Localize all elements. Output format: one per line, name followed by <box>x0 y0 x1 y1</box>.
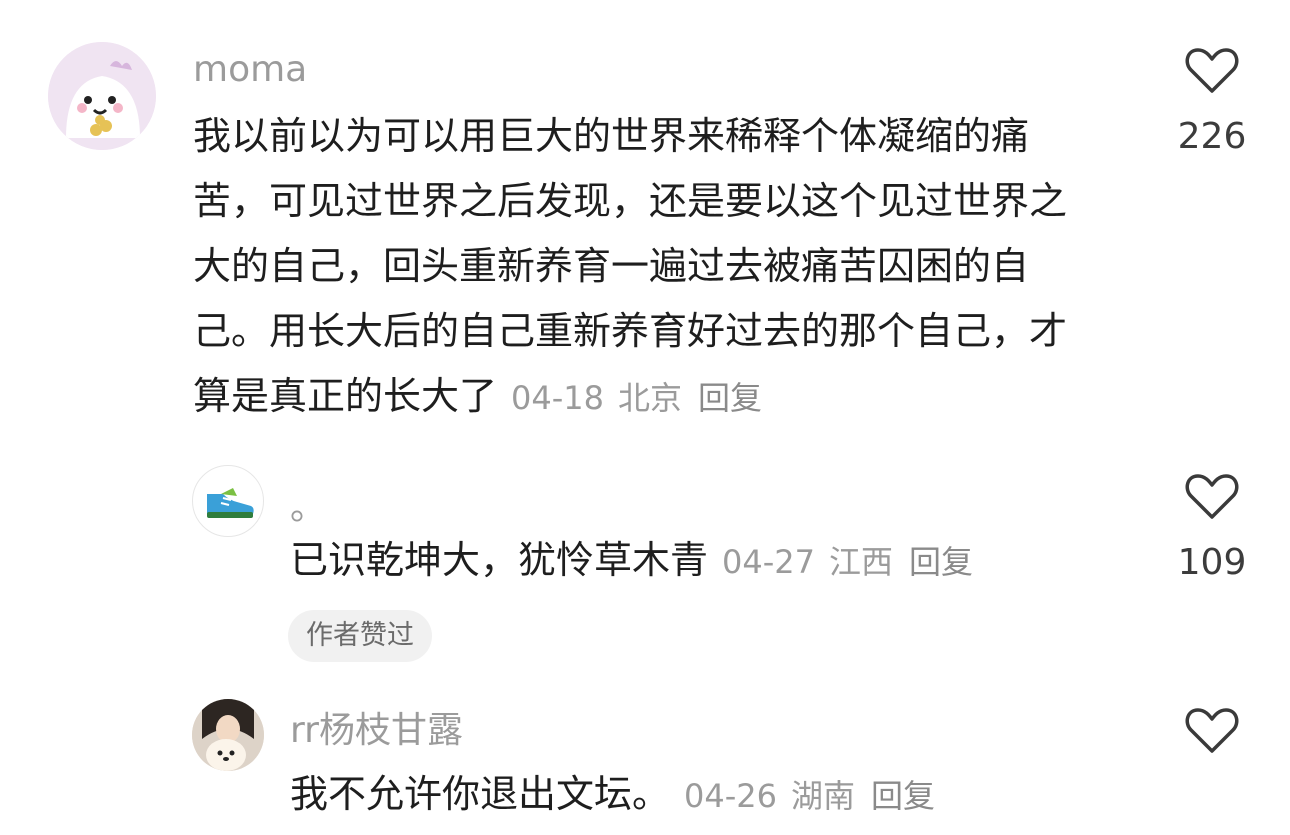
comment-text: 我不允许你退出文坛。 04-26 湖南 回复 <box>290 762 1110 829</box>
comment-content: 我不允许你退出文坛。 <box>290 772 671 816</box>
like-button[interactable]: 226 <box>1152 46 1272 157</box>
avatar[interactable] <box>48 42 156 150</box>
comment-date: 04-26 <box>684 777 777 815</box>
reply-button[interactable]: 回复 <box>698 379 762 417</box>
comment-content: 已识乾坤大，犹怜草木青 <box>290 538 709 582</box>
comment-location: 北京 <box>618 379 683 417</box>
comment-date: 04-18 <box>511 379 604 417</box>
like-count: 109 <box>1177 542 1247 583</box>
heart-icon <box>1185 472 1272 524</box>
comment-username[interactable]: 。 <box>290 488 326 528</box>
author-liked-badge: 作者赞过 <box>288 610 432 662</box>
comment-content: 我以前以为可以用巨大的世界来稀释个体凝缩的痛苦，可见过世界之后发现，还是要以这个… <box>193 114 1068 418</box>
comment-location: 湖南 <box>791 777 856 815</box>
comment-text: 我以前以为可以用巨大的世界来稀释个体凝缩的痛苦，可见过世界之后发现，还是要以这个… <box>193 104 1103 431</box>
like-count: 226 <box>1177 116 1247 157</box>
like-button[interactable]: 109 <box>1152 472 1272 583</box>
reply-button[interactable]: 回复 <box>909 543 973 581</box>
comment-location: 江西 <box>829 543 894 581</box>
avatar[interactable] <box>192 699 264 771</box>
heart-icon <box>1185 706 1272 758</box>
reply-button[interactable]: 回复 <box>871 777 935 815</box>
avatar[interactable] <box>192 465 264 537</box>
comment-username[interactable]: moma <box>193 50 307 90</box>
comment-username[interactable]: rr杨枝甘露 <box>290 711 463 751</box>
comment-date: 04-27 <box>722 543 815 581</box>
like-button[interactable] <box>1152 706 1272 776</box>
heart-icon <box>1185 46 1272 98</box>
comment-text: 已识乾坤大，犹怜草木青 04-27 江西 回复 <box>290 528 1110 595</box>
